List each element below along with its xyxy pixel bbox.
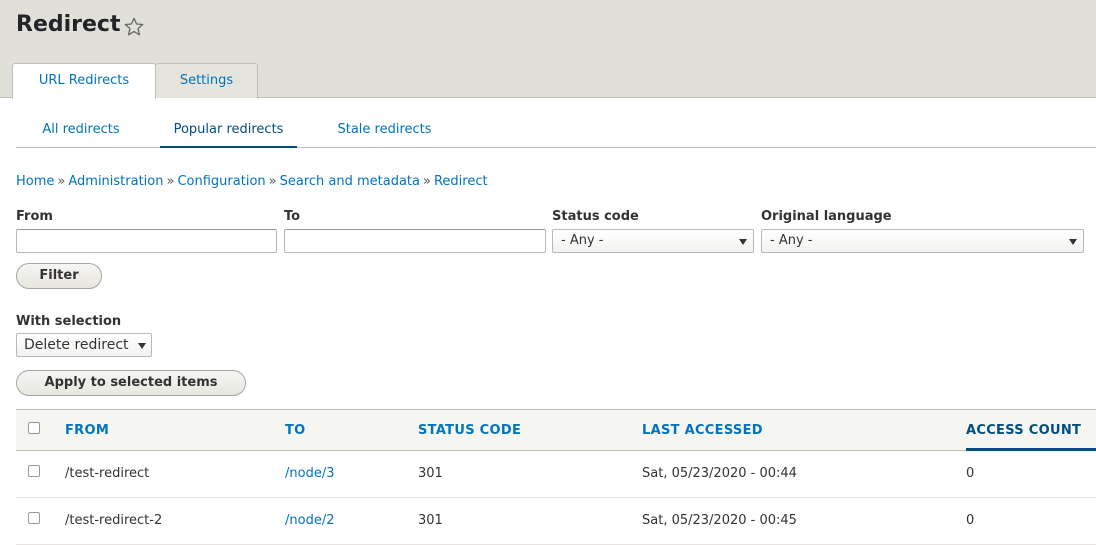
breadcrumb-separator: »	[268, 174, 277, 189]
breadcrumb: Home» Administration» Configuration» Search…	[16, 174, 488, 189]
status-code-label: Status code	[552, 209, 639, 224]
chevron-down-icon	[739, 239, 747, 245]
column-from[interactable]: FROM	[65, 423, 109, 438]
table-header: FROM TO STATUS CODE LAST ACCESSED ACCESS…	[16, 409, 1096, 451]
bulk-action-selected: Delete redirect	[24, 337, 129, 353]
row-checkbox[interactable]	[28, 465, 40, 477]
chevron-down-icon	[1069, 239, 1077, 245]
breadcrumb-configuration[interactable]: Configuration	[177, 174, 265, 189]
row-to-link[interactable]: /node/2	[285, 513, 334, 528]
status-code-select[interactable]: - Any -	[552, 229, 754, 253]
from-input[interactable]	[16, 229, 277, 253]
row-access-count: 0	[966, 466, 975, 481]
page-header: Redirect URL Redirects Settings	[0, 0, 1096, 99]
tab-url-redirects[interactable]: URL Redirects	[12, 63, 156, 99]
select-all-checkbox[interactable]	[28, 422, 40, 434]
subtab-stale-redirects[interactable]: Stale redirects	[321, 112, 448, 148]
from-label: From	[16, 209, 53, 224]
column-access-count[interactable]: ACCESS COUNT	[966, 423, 1081, 438]
to-input[interactable]	[284, 229, 546, 253]
secondary-tabs: All redirects Popular redirects Stale re…	[16, 112, 1096, 148]
subtab-popular-redirects[interactable]: Popular redirects	[160, 112, 297, 148]
table-row: /test-redirect-2 /node/2 301 Sat, 05/23/…	[16, 498, 1096, 545]
row-access-count: 0	[966, 513, 975, 528]
breadcrumb-redirect[interactable]: Redirect	[434, 174, 488, 189]
breadcrumb-separator: »	[423, 174, 431, 189]
language-select[interactable]: - Any -	[761, 229, 1084, 253]
breadcrumb-separator: »	[57, 174, 66, 189]
with-selection-label: With selection	[16, 314, 122, 329]
row-last-accessed: Sat, 05/23/2020 - 00:44	[642, 466, 797, 481]
status-code-selected: - Any -	[561, 233, 604, 248]
table-row: /test-redirect /node/3 301 Sat, 05/23/20…	[16, 451, 1096, 498]
to-label: To	[284, 209, 301, 224]
bulk-action-select[interactable]: Delete redirect	[16, 333, 152, 357]
column-last-accessed[interactable]: LAST ACCESSED	[642, 423, 763, 438]
breadcrumb-search-metadata[interactable]: Search and metadata	[280, 174, 420, 189]
breadcrumb-administration[interactable]: Administration	[68, 174, 163, 189]
row-from: /test-redirect	[65, 466, 150, 481]
tab-settings[interactable]: Settings	[155, 63, 258, 98]
chevron-down-icon	[138, 343, 146, 349]
apply-to-selected-button[interactable]: Apply to selected items	[16, 370, 246, 396]
language-label: Original language	[761, 209, 892, 224]
row-to-link[interactable]: /node/3	[285, 466, 334, 481]
subtab-all-redirects[interactable]: All redirects	[16, 112, 146, 148]
row-last-accessed: Sat, 05/23/2020 - 00:45	[642, 513, 797, 528]
breadcrumb-separator: »	[166, 174, 175, 189]
language-selected: - Any -	[770, 233, 813, 248]
row-status-code: 301	[418, 466, 443, 481]
column-to[interactable]: TO	[285, 423, 306, 438]
star-icon[interactable]	[123, 16, 145, 38]
row-status-code: 301	[418, 513, 443, 528]
breadcrumb-home[interactable]: Home	[16, 174, 54, 189]
row-from: /test-redirect-2	[65, 513, 163, 528]
page-title: Redirect	[16, 12, 121, 37]
column-status-code[interactable]: STATUS CODE	[418, 423, 521, 438]
row-checkbox[interactable]	[28, 512, 40, 524]
filter-button[interactable]: Filter	[16, 263, 102, 289]
